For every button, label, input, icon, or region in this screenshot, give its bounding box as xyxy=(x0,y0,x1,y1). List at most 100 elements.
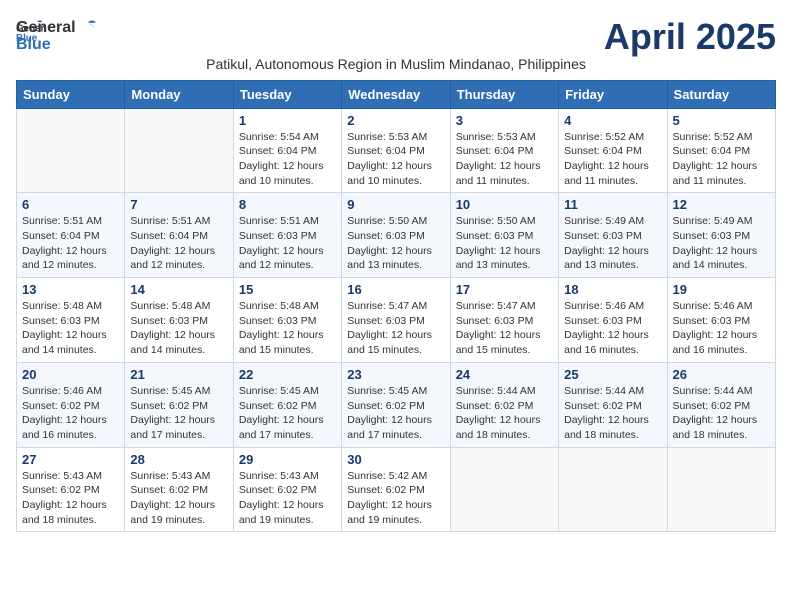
day-number: 4 xyxy=(564,113,661,128)
calendar-cell: 11Sunrise: 5:49 AM Sunset: 6:03 PM Dayli… xyxy=(559,193,667,278)
calendar-week-1: 1 Sunrise: 5:54 AM Sunset: 6:04 PM Daylig… xyxy=(17,108,776,193)
calendar-cell: 27 Sunrise: 5:43 AM Sunset: 6:02 PM Dayli… xyxy=(17,447,125,532)
day-header-friday: Friday xyxy=(559,80,667,108)
month-title: April 2025 xyxy=(604,16,776,58)
calendar-week-3: 13 Sunrise: 5:48 AM Sunset: 6:03 PM Dayli… xyxy=(17,278,776,363)
calendar-cell: 21 Sunrise: 5:45 AM Sunset: 6:02 PM Dayli… xyxy=(125,362,233,447)
day-number: 19 xyxy=(673,282,770,297)
calendar-cell: 24 Sunrise: 5:44 AM Sunset: 6:02 PM Dayli… xyxy=(450,362,558,447)
day-number: 26 xyxy=(673,367,770,382)
calendar-cell: 12 Sunrise: 5:49 AM Sunset: 6:03 PM Dayli… xyxy=(667,193,775,278)
calendar-cell xyxy=(667,447,775,532)
day-header-tuesday: Tuesday xyxy=(233,80,341,108)
calendar-cell: 22 Sunrise: 5:45 AM Sunset: 6:02 PM Dayli… xyxy=(233,362,341,447)
day-number: 24 xyxy=(456,367,553,382)
day-info: Sunrise: 5:44 AM Sunset: 6:02 PM Dayligh… xyxy=(456,384,553,443)
day-info: Sunrise: 5:44 AM Sunset: 6:02 PM Dayligh… xyxy=(564,384,661,443)
day-info: Sunrise: 5:54 AM Sunset: 6:04 PM Dayligh… xyxy=(239,130,336,189)
calendar-cell: 8 Sunrise: 5:51 AM Sunset: 6:03 PM Daylig… xyxy=(233,193,341,278)
day-number: 20 xyxy=(22,367,119,382)
day-info: Sunrise: 5:45 AM Sunset: 6:02 PM Dayligh… xyxy=(130,384,227,443)
day-info: Sunrise: 5:43 AM Sunset: 6:02 PM Dayligh… xyxy=(22,469,119,528)
calendar-cell: 5 Sunrise: 5:52 AM Sunset: 6:04 PM Daylig… xyxy=(667,108,775,193)
day-info: Sunrise: 5:45 AM Sunset: 6:02 PM Dayligh… xyxy=(347,384,444,443)
day-number: 17 xyxy=(456,282,553,297)
day-info: Sunrise: 5:52 AM Sunset: 6:04 PM Dayligh… xyxy=(564,130,661,189)
calendar-cell: 16Sunrise: 5:47 AM Sunset: 6:03 PM Dayli… xyxy=(342,278,450,363)
calendar-cell xyxy=(559,447,667,532)
day-header-saturday: Saturday xyxy=(667,80,775,108)
day-number: 14 xyxy=(130,282,227,297)
day-header-sunday: Sunday xyxy=(17,80,125,108)
day-info: Sunrise: 5:47 AM Sunset: 6:03 PM Dayligh… xyxy=(456,299,553,358)
calendar-cell: 3 Sunrise: 5:53 AM Sunset: 6:04 PM Daylig… xyxy=(450,108,558,193)
day-number: 9 xyxy=(347,197,444,212)
calendar-cell: 26Sunrise: 5:44 AM Sunset: 6:02 PM Dayli… xyxy=(667,362,775,447)
day-info: Sunrise: 5:46 AM Sunset: 6:03 PM Dayligh… xyxy=(564,299,661,358)
calendar-header-row: SundayMondayTuesdayWednesdayThursdayFrid… xyxy=(17,80,776,108)
day-number: 8 xyxy=(239,197,336,212)
calendar-cell: 7 Sunrise: 5:51 AM Sunset: 6:04 PM Daylig… xyxy=(125,193,233,278)
day-info: Sunrise: 5:48 AM Sunset: 6:03 PM Dayligh… xyxy=(239,299,336,358)
calendar-cell: 18 Sunrise: 5:46 AM Sunset: 6:03 PM Dayli… xyxy=(559,278,667,363)
day-info: Sunrise: 5:49 AM Sunset: 6:03 PM Dayligh… xyxy=(673,214,770,273)
day-number: 11 xyxy=(564,197,661,212)
calendar-cell: 28Sunrise: 5:43 AM Sunset: 6:02 PM Dayli… xyxy=(125,447,233,532)
day-info: Sunrise: 5:50 AM Sunset: 6:03 PM Dayligh… xyxy=(347,214,444,273)
day-info: Sunrise: 5:48 AM Sunset: 6:03 PM Dayligh… xyxy=(130,299,227,358)
calendar-cell: 13 Sunrise: 5:48 AM Sunset: 6:03 PM Dayli… xyxy=(17,278,125,363)
calendar-cell: 6Sunrise: 5:51 AM Sunset: 6:04 PM Daylig… xyxy=(17,193,125,278)
day-number: 30 xyxy=(347,452,444,467)
calendar-cell: 2 Sunrise: 5:53 AM Sunset: 6:04 PM Daylig… xyxy=(342,108,450,193)
calendar-cell: 25 Sunrise: 5:44 AM Sunset: 6:02 PM Dayli… xyxy=(559,362,667,447)
day-info: Sunrise: 5:43 AM Sunset: 6:02 PM Dayligh… xyxy=(130,469,227,528)
day-number: 7 xyxy=(130,197,227,212)
day-number: 3 xyxy=(456,113,553,128)
logo-general: General xyxy=(16,19,76,37)
calendar-cell xyxy=(17,108,125,193)
calendar-cell: 19 Sunrise: 5:46 AM Sunset: 6:03 PM Dayli… xyxy=(667,278,775,363)
day-number: 22 xyxy=(239,367,336,382)
calendar-table: SundayMondayTuesdayWednesdayThursdayFrid… xyxy=(16,80,776,533)
day-number: 12 xyxy=(673,197,770,212)
day-info: Sunrise: 5:45 AM Sunset: 6:02 PM Dayligh… xyxy=(239,384,336,443)
day-header-thursday: Thursday xyxy=(450,80,558,108)
day-number: 23 xyxy=(347,367,444,382)
day-info: Sunrise: 5:51 AM Sunset: 6:04 PM Dayligh… xyxy=(22,214,119,273)
day-info: Sunrise: 5:53 AM Sunset: 6:04 PM Dayligh… xyxy=(456,130,553,189)
calendar-cell: 1 Sunrise: 5:54 AM Sunset: 6:04 PM Daylig… xyxy=(233,108,341,193)
day-number: 29 xyxy=(239,452,336,467)
day-number: 2 xyxy=(347,113,444,128)
calendar-week-5: 27 Sunrise: 5:43 AM Sunset: 6:02 PM Dayli… xyxy=(17,447,776,532)
day-number: 27 xyxy=(22,452,119,467)
calendar-cell xyxy=(125,108,233,193)
calendar-cell: 10Sunrise: 5:50 AM Sunset: 6:03 PM Dayli… xyxy=(450,193,558,278)
calendar-cell: 20Sunrise: 5:46 AM Sunset: 6:02 PM Dayli… xyxy=(17,362,125,447)
calendar-cell: 4 Sunrise: 5:52 AM Sunset: 6:04 PM Daylig… xyxy=(559,108,667,193)
day-number: 25 xyxy=(564,367,661,382)
day-info: Sunrise: 5:43 AM Sunset: 6:02 PM Dayligh… xyxy=(239,469,336,528)
day-number: 15 xyxy=(239,282,336,297)
day-number: 13 xyxy=(22,282,119,297)
day-number: 21 xyxy=(130,367,227,382)
calendar-cell: 14 Sunrise: 5:48 AM Sunset: 6:03 PM Dayli… xyxy=(125,278,233,363)
day-info: Sunrise: 5:42 AM Sunset: 6:02 PM Dayligh… xyxy=(347,469,444,528)
day-number: 5 xyxy=(673,113,770,128)
calendar-cell: 29 Sunrise: 5:43 AM Sunset: 6:02 PM Dayli… xyxy=(233,447,341,532)
calendar-cell: 17 Sunrise: 5:47 AM Sunset: 6:03 PM Dayli… xyxy=(450,278,558,363)
calendar-cell: 23 Sunrise: 5:45 AM Sunset: 6:02 PM Dayli… xyxy=(342,362,450,447)
day-number: 16 xyxy=(347,282,444,297)
calendar-cell xyxy=(450,447,558,532)
day-info: Sunrise: 5:53 AM Sunset: 6:04 PM Dayligh… xyxy=(347,130,444,189)
day-info: Sunrise: 5:48 AM Sunset: 6:03 PM Dayligh… xyxy=(22,299,119,358)
day-info: Sunrise: 5:52 AM Sunset: 6:04 PM Dayligh… xyxy=(673,130,770,189)
calendar-cell: 15 Sunrise: 5:48 AM Sunset: 6:03 PM Dayli… xyxy=(233,278,341,363)
day-info: Sunrise: 5:51 AM Sunset: 6:04 PM Dayligh… xyxy=(130,214,227,273)
day-number: 1 xyxy=(239,113,336,128)
day-info: Sunrise: 5:46 AM Sunset: 6:03 PM Dayligh… xyxy=(673,299,770,358)
calendar-week-2: 6Sunrise: 5:51 AM Sunset: 6:04 PM Daylig… xyxy=(17,193,776,278)
day-header-wednesday: Wednesday xyxy=(342,80,450,108)
day-info: Sunrise: 5:51 AM Sunset: 6:03 PM Dayligh… xyxy=(239,214,336,273)
calendar-cell: 30 Sunrise: 5:42 AM Sunset: 6:02 PM Dayli… xyxy=(342,447,450,532)
day-number: 18 xyxy=(564,282,661,297)
